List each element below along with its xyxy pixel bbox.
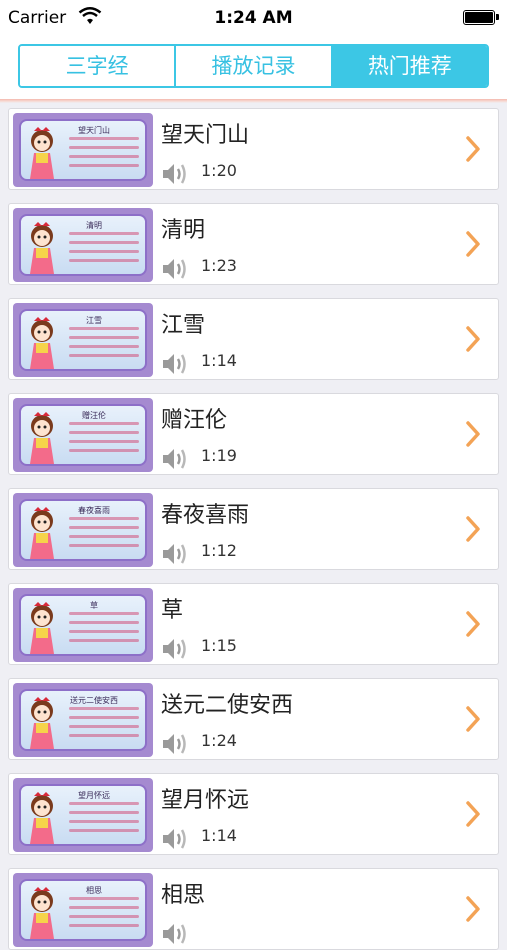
cartoon-girl-icon [30, 602, 54, 654]
thumbnail-text-lines [69, 422, 139, 458]
audio-duration: 1:14 [201, 826, 237, 845]
chevron-right-icon [466, 421, 480, 447]
thumbnail-title: 江雪 [86, 316, 102, 325]
thumbnail-text-lines [69, 802, 139, 838]
cartoon-girl-icon [30, 317, 54, 369]
poem-title: 送元二使安西 [161, 693, 294, 718]
list-item[interactable]: 清明 清明 1:23 [8, 203, 499, 285]
speaker-icon[interactable] [161, 539, 191, 569]
header-divider [0, 99, 507, 103]
cartoon-girl-icon [30, 412, 54, 464]
thumbnail-title: 赠汪伦 [82, 411, 106, 420]
poem-title: 春夜喜雨 [161, 503, 250, 528]
thumbnail-text-lines [69, 897, 139, 933]
speaker-icon[interactable] [161, 634, 191, 664]
thumbnail-title: 相思 [86, 886, 102, 895]
thumbnail-title: 望天门山 [78, 126, 110, 135]
thumbnail-text-lines [69, 612, 139, 648]
tab-hot-recommendations[interactable]: 热门推荐 [332, 46, 487, 86]
poem-title: 江雪 [161, 313, 206, 338]
status-bar: Carrier 1:24 AM [0, 0, 507, 36]
tab-play-history[interactable]: 播放记录 [176, 46, 333, 86]
speaker-icon[interactable] [161, 729, 191, 759]
audio-duration: 1:23 [201, 256, 237, 275]
thumbnail-title: 清明 [86, 221, 102, 230]
poem-thumbnail: 赠汪伦 [13, 398, 153, 472]
thumbnail-text-lines [69, 232, 139, 268]
speaker-icon[interactable] [161, 444, 191, 474]
audio-duration: 1:24 [201, 731, 237, 750]
chevron-right-icon [466, 611, 480, 637]
poem-title: 望月怀远 [161, 788, 250, 813]
list-item[interactable]: 赠汪伦 赠汪伦 1:19 [8, 393, 499, 475]
audio-duration: 1:14 [201, 351, 237, 370]
chevron-right-icon [466, 706, 480, 732]
poem-title: 清明 [161, 218, 206, 243]
poem-thumbnail: 相思 [13, 873, 153, 947]
thumbnail-text-lines [69, 707, 139, 743]
chevron-right-icon [466, 136, 480, 162]
chevron-right-icon [466, 801, 480, 827]
poem-thumbnail: 江雪 [13, 303, 153, 377]
poem-title: 草 [161, 598, 184, 623]
speaker-icon[interactable] [161, 254, 191, 284]
speaker-icon[interactable] [161, 919, 191, 949]
thumbnail-title: 春夜喜雨 [78, 506, 110, 515]
chevron-right-icon [466, 231, 480, 257]
poem-thumbnail: 春夜喜雨 [13, 493, 153, 567]
poem-thumbnail: 草 [13, 588, 153, 662]
cartoon-girl-icon [30, 127, 54, 179]
cartoon-girl-icon [30, 887, 54, 939]
list-item[interactable]: 望月怀远 望月怀远 1:14 [8, 773, 499, 855]
list-item[interactable]: 江雪 江雪 1:14 [8, 298, 499, 380]
audio-duration: 1:20 [201, 161, 237, 180]
poem-title: 望天门山 [161, 123, 250, 148]
clock: 1:24 AM [214, 8, 293, 28]
cartoon-girl-icon [30, 697, 54, 749]
chevron-right-icon [466, 326, 480, 352]
poem-thumbnail: 清明 [13, 208, 153, 282]
poem-thumbnail: 望月怀远 [13, 778, 153, 852]
audio-duration: 1:15 [201, 636, 237, 655]
segmented-tabs: 三字经 播放记录 热门推荐 [18, 44, 489, 88]
list-item[interactable]: 春夜喜雨 春夜喜雨 1:12 [8, 488, 499, 570]
poem-title: 相思 [161, 883, 206, 908]
poem-title: 赠汪伦 [161, 408, 228, 433]
top-navigation: 三字经 播放记录 热门推荐 [0, 36, 507, 100]
speaker-icon[interactable] [161, 159, 191, 189]
poem-thumbnail: 送元二使安西 [13, 683, 153, 757]
thumbnail-title: 送元二使安西 [70, 696, 118, 705]
list-item[interactable]: 送元二使安西 送元二使安西 1:24 [8, 678, 499, 760]
cartoon-girl-icon [30, 507, 54, 559]
thumbnail-text-lines [69, 327, 139, 363]
thumbnail-title: 草 [90, 601, 98, 610]
battery-icon [463, 10, 499, 25]
tab-three-character-classic[interactable]: 三字经 [20, 46, 177, 86]
cartoon-girl-icon [30, 222, 54, 274]
list-item[interactable]: 相思 相思 [8, 868, 499, 950]
speaker-icon[interactable] [161, 824, 191, 854]
cartoon-girl-icon [30, 792, 54, 844]
audio-duration: 1:12 [201, 541, 237, 560]
chevron-right-icon [466, 516, 480, 542]
poem-thumbnail: 望天门山 [13, 113, 153, 187]
thumbnail-text-lines [69, 517, 139, 553]
speaker-icon[interactable] [161, 349, 191, 379]
thumbnail-text-lines [69, 137, 139, 173]
audio-duration: 1:19 [201, 446, 237, 465]
thumbnail-title: 望月怀远 [78, 791, 110, 800]
list-item[interactable]: 草 草 1:15 [8, 583, 499, 665]
list-item[interactable]: 望天门山 望天门山 1:20 [8, 108, 499, 190]
